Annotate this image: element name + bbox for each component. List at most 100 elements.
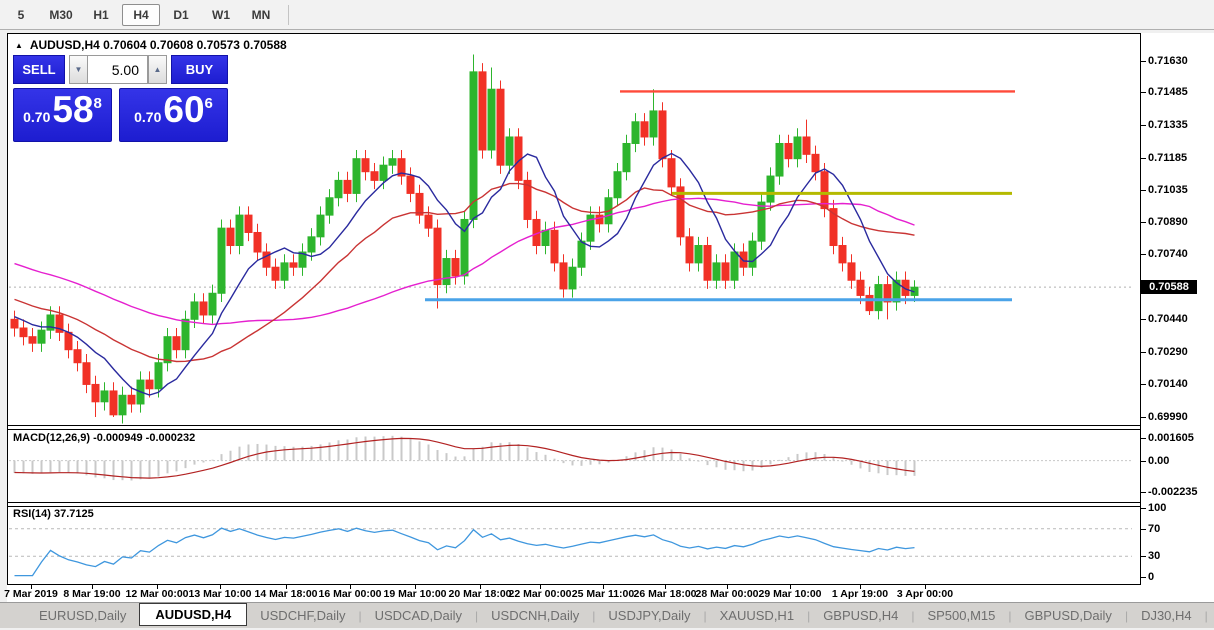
time-axis-label: 16 Mar 00:00: [318, 588, 381, 600]
timeframe-button-w1[interactable]: W1: [202, 4, 240, 26]
time-axis-label: 7 Mar 2019: [4, 588, 58, 600]
macd-axis-label: 0.001605: [1148, 432, 1194, 444]
chart-tab-tech100[interactable]: TECH100,H1: [1208, 605, 1214, 626]
price-axis-label: 0.70440: [1148, 313, 1188, 325]
axis-tick: [1141, 492, 1146, 493]
axis-tick: [1141, 438, 1146, 439]
time-axis-tick: [220, 585, 221, 589]
time-axis-tick: [480, 585, 481, 589]
time-axis-tick: [925, 585, 926, 589]
sell-price-box[interactable]: 0.70 58 8: [13, 88, 112, 142]
chart-tab-usdcad[interactable]: USDCAD,Daily: [362, 605, 475, 626]
rsi-axis-label: 100: [1148, 502, 1166, 514]
axis-tick: [1141, 61, 1146, 62]
volume-decrease-button[interactable]: ▼: [69, 55, 88, 84]
sell-price-prefix: 0.70: [23, 109, 50, 125]
time-axis-label: 3 Apr 00:00: [897, 588, 953, 600]
time-axis-label: 1 Apr 19:00: [832, 588, 888, 600]
axis-tick: [1141, 125, 1146, 126]
time-axis-label: 26 Mar 18:00: [633, 588, 696, 600]
rsi-axis-label: 0: [1148, 571, 1154, 583]
chart-tab-usdchf[interactable]: USDCHF,Daily: [247, 605, 358, 626]
axis-tick: [1141, 556, 1146, 557]
time-axis-tick: [603, 585, 604, 589]
buy-price-pip: 6: [205, 95, 213, 112]
time-axis-label: 12 Mar 00:00: [125, 588, 188, 600]
macd-axis-label: -0.002235: [1148, 486, 1198, 498]
axis-tick: [1141, 222, 1146, 223]
axis-tick: [1141, 254, 1146, 255]
timeframe-button-h4[interactable]: H4: [122, 4, 160, 26]
axis-tick: [1141, 417, 1146, 418]
timeframe-button-m30[interactable]: M30: [42, 4, 80, 26]
price-axis: 0.71630 0.71485 0.71335 0.71185 0.71035 0.708…: [1141, 33, 1214, 602]
time-axis-tick: [790, 585, 791, 589]
time-axis-label: 29 Mar 10:00: [758, 588, 821, 600]
timeframe-button-d1[interactable]: D1: [162, 4, 200, 26]
rsi-line: [15, 528, 915, 576]
timeframe-toolbar: 5M30H1H4D1W1MN: [0, 0, 1214, 30]
axis-tick: [1141, 508, 1146, 509]
price-axis-label: 0.69990: [1148, 411, 1188, 423]
time-axis-label: 20 Mar 18:00: [448, 588, 511, 600]
price-axis-label: 0.70290: [1148, 346, 1188, 358]
time-axis-tick: [415, 585, 416, 589]
rsi-indicator-label: RSI(14) 37.7125: [13, 508, 94, 520]
axis-tick: [1141, 577, 1146, 578]
time-axis-label: 8 Mar 19:00: [63, 588, 120, 600]
time-axis-tick: [860, 585, 861, 589]
chart-tab-audusd[interactable]: AUDUSD,H4: [139, 603, 247, 626]
time-axis-label: 14 Mar 18:00: [254, 588, 317, 600]
buy-price-box[interactable]: 0.70 60 6: [119, 88, 228, 142]
price-axis-label: 0.70740: [1148, 248, 1188, 260]
chart-tab-gbpusd[interactable]: GBPUSD,H4: [810, 605, 911, 626]
chart-title: ▲ AUDUSD,H4 0.70604 0.70608 0.70573 0.70…: [15, 38, 287, 52]
time-axis-tick: [540, 585, 541, 589]
time-axis-tick: [286, 585, 287, 589]
price-axis-label: 0.71630: [1148, 55, 1188, 67]
chart-title-ohlc: 0.70604 0.70608 0.70573 0.70588: [103, 38, 287, 52]
time-axis-tick: [665, 585, 666, 589]
toolbar-divider: [288, 5, 289, 25]
rsi-axis-label: 70: [1148, 523, 1160, 535]
price-axis-label: 0.71485: [1148, 86, 1188, 98]
time-axis-tick: [92, 585, 93, 589]
chart-tab-gbpusd[interactable]: GBPUSD,Daily: [1012, 605, 1125, 626]
buy-price-main: 60: [163, 91, 204, 128]
buy-button[interactable]: BUY: [171, 55, 228, 84]
chart-tab-xauusd[interactable]: XAUUSD,H1: [707, 605, 807, 626]
chart-tab-usdcnh[interactable]: USDCNH,Daily: [478, 605, 592, 626]
time-axis-tick: [727, 585, 728, 589]
chart-window[interactable]: ▲ AUDUSD,H4 0.70604 0.70608 0.70573 0.70…: [7, 33, 1141, 585]
chart-tab-usdjpy[interactable]: USDJPY,Daily: [595, 605, 703, 626]
one-click-trading-panel: SELL ▼ 5.00 ▲ BUY 0.70 58 8 0.70 60 6: [13, 55, 228, 143]
time-axis-tick: [350, 585, 351, 589]
chart-tab-eurusd[interactable]: EURUSD,Daily: [26, 605, 139, 626]
price-axis-label: 0.70140: [1148, 378, 1188, 390]
sell-button[interactable]: SELL: [13, 55, 65, 84]
pane-separator-rsi: [8, 502, 1140, 507]
price-axis-label: 0.71335: [1148, 119, 1188, 131]
timeframe-button-mn[interactable]: MN: [242, 4, 280, 26]
chart-title-symbol: AUDUSD,H4: [30, 38, 100, 52]
volume-increase-button[interactable]: ▲: [148, 55, 167, 84]
chart-tab-sp500[interactable]: SP500,M15: [914, 605, 1008, 626]
timeframe-button-5[interactable]: 5: [2, 4, 40, 26]
current-price-tag: 0.70588: [1141, 280, 1197, 294]
sell-price-pip: 8: [94, 95, 102, 112]
buy-price-prefix: 0.70: [134, 109, 161, 125]
time-axis: 7 Mar 20198 Mar 19:0012 Mar 00:0013 Mar …: [7, 585, 1141, 602]
macd-axis-label: 0.00: [1148, 455, 1169, 467]
rsi-axis-label: 30: [1148, 550, 1160, 562]
macd-indicator-label: MACD(12,26,9) -0.000949 -0.000232: [13, 432, 195, 444]
volume-input[interactable]: 5.00: [87, 55, 148, 84]
chart-tab-dj30[interactable]: DJ30,H4: [1128, 605, 1205, 626]
timeframe-button-h1[interactable]: H1: [82, 4, 120, 26]
price-axis-label: 0.71035: [1148, 184, 1188, 196]
time-axis-label: 22 Mar 00:00: [508, 588, 571, 600]
price-axis-label: 0.71185: [1148, 152, 1187, 164]
time-axis-tick: [31, 585, 32, 589]
price-axis-label: 0.70890: [1148, 216, 1188, 228]
chart-tabs-bar: EURUSD,DailyAUDUSD,H4USDCHF,Daily|USDCAD…: [0, 602, 1214, 628]
axis-tick: [1141, 384, 1146, 385]
